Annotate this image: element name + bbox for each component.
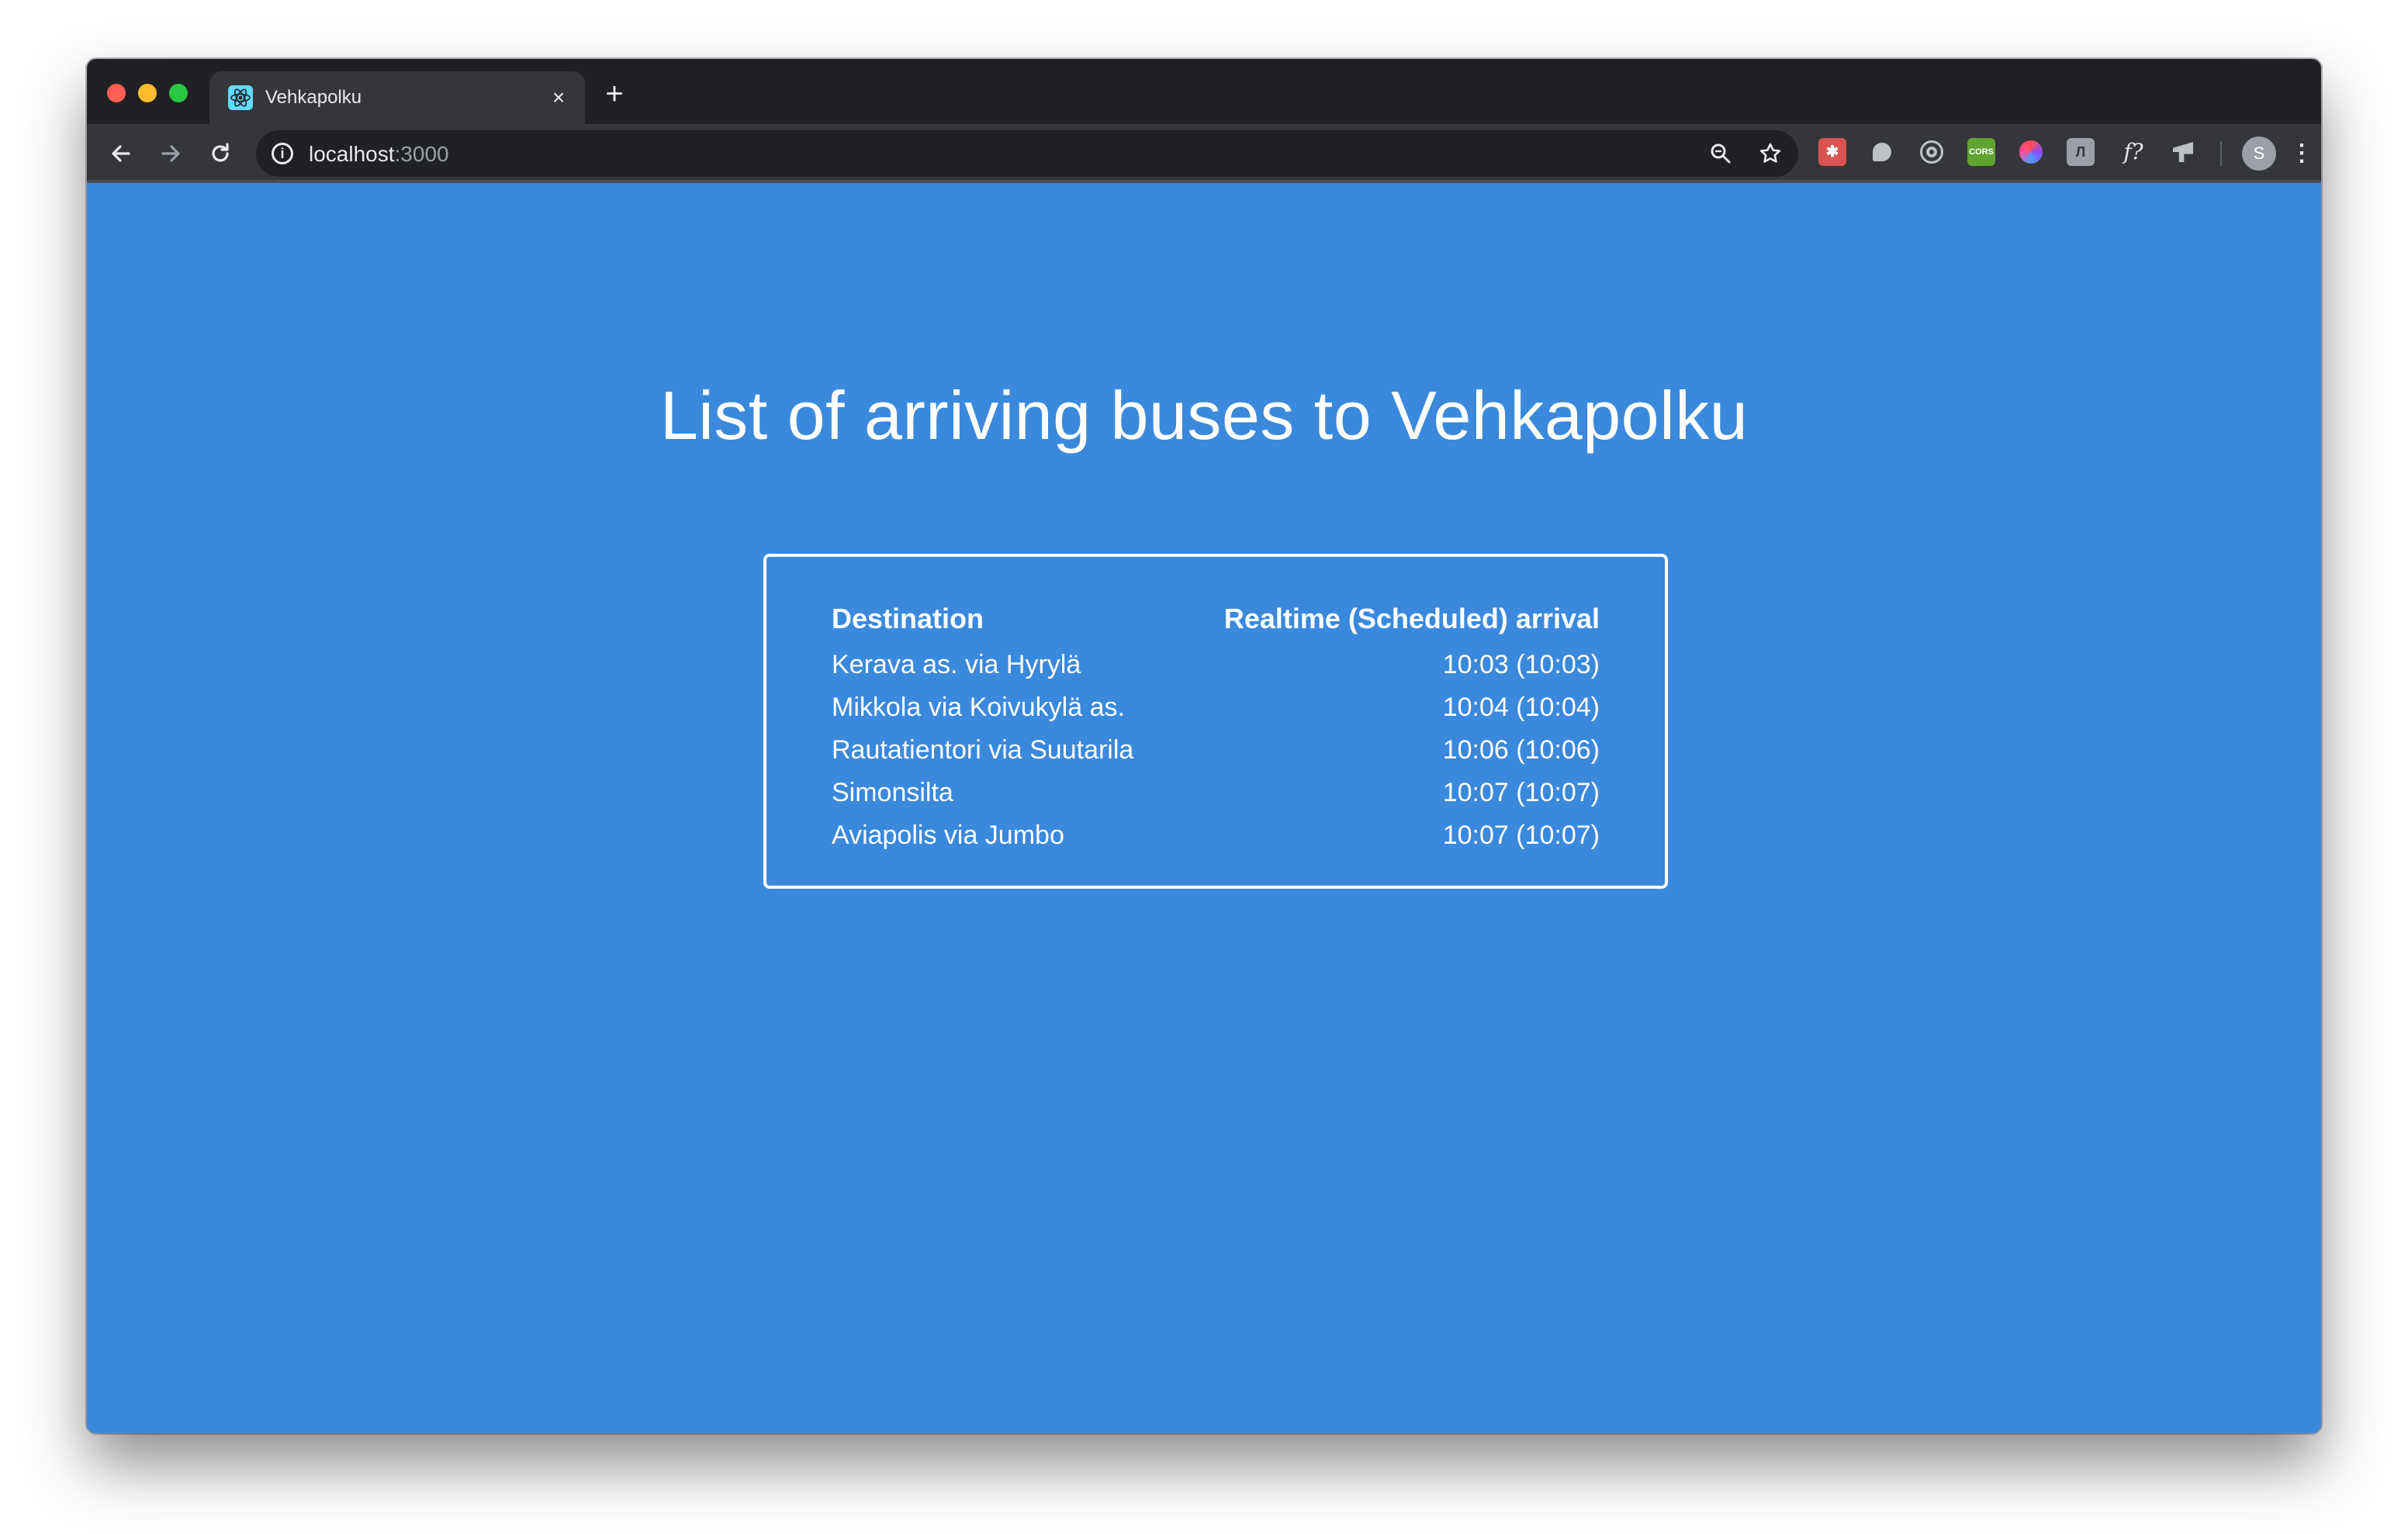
extension-8-icon[interactable]	[2169, 138, 2197, 166]
back-button[interactable]	[104, 136, 138, 171]
info-icon[interactable]: i	[272, 143, 293, 164]
maximize-window-button[interactable]	[169, 84, 188, 102]
row-destination: Simonsilta	[832, 778, 953, 807]
row-destination: Rautatientori via Suutarila	[832, 735, 1134, 765]
url-text[interactable]: localhost:3000	[309, 142, 449, 167]
page-title: List of arriving buses to Vehkapolku	[659, 377, 1749, 454]
minimize-window-button[interactable]	[138, 84, 157, 102]
row-destination: Aviapolis via Jumbo	[832, 821, 1064, 850]
table-row: Kerava as. via Hyrylä 10:03 (10:03)	[832, 644, 1600, 686]
row-arrival: 10:06 (10:06)	[1442, 735, 1600, 765]
extension-3-icon[interactable]	[1918, 138, 1946, 166]
browser-window: Vehkapolku × + i localhost:3000 ✱ CORS Л…	[87, 59, 2321, 1433]
address-bar[interactable]: i localhost:3000	[256, 130, 1798, 177]
row-arrival: 10:04 (10:04)	[1442, 693, 1600, 722]
extension-6-icon[interactable]: Л	[2067, 138, 2095, 166]
arrow-right-icon	[161, 145, 180, 162]
header-destination: Destination	[832, 603, 984, 634]
close-tab-icon[interactable]: ×	[546, 85, 571, 110]
extension-1-icon[interactable]: ✱	[1818, 138, 1846, 166]
new-tab-button[interactable]: +	[599, 78, 630, 110]
row-arrival: 10:07 (10:07)	[1442, 821, 1600, 850]
react-logo-icon	[228, 85, 253, 110]
tab-title: Vehkapolku	[265, 87, 362, 108]
extension-2-icon[interactable]	[1868, 138, 1896, 166]
row-destination: Kerava as. via Hyrylä	[832, 650, 1081, 679]
tab-vehkapolku[interactable]: Vehkapolku ×	[209, 71, 585, 124]
forward-button[interactable]	[154, 136, 188, 171]
header-arrival: Realtime (Scheduled) arrival	[1223, 603, 1600, 634]
browser-toolbar: i localhost:3000 ✱ CORS Л f? S ⋮	[87, 124, 2321, 183]
close-window-button[interactable]	[107, 84, 126, 102]
arrow-left-icon	[112, 145, 130, 162]
page-content: List of arriving buses to Vehkapolku Des…	[87, 183, 2321, 1433]
table-header-row: Destination Realtime (Scheduled) arrival	[832, 597, 1600, 644]
extension-5-icon[interactable]	[2017, 138, 2045, 166]
function-extension-icon[interactable]: f?	[2116, 138, 2150, 166]
table-row: Aviapolis via Jumbo 10:07 (10:07)	[832, 814, 1600, 857]
toolbar-divider	[2220, 141, 2222, 166]
arrivals-table: Destination Realtime (Scheduled) arrival…	[763, 554, 1668, 889]
row-arrival: 10:07 (10:07)	[1442, 778, 1600, 807]
table-row: Rautatientori via Suutarila 10:06 (10:06…	[832, 729, 1600, 772]
row-destination: Mikkola via Koivukylä as.	[832, 693, 1125, 722]
row-arrival: 10:03 (10:03)	[1442, 650, 1600, 679]
zoom-icon[interactable]	[1705, 138, 1736, 169]
reload-icon	[212, 143, 229, 162]
reload-button[interactable]	[203, 136, 237, 171]
tab-strip: Vehkapolku × +	[87, 59, 2321, 124]
profile-avatar[interactable]: S	[2242, 136, 2276, 171]
table-row: Simonsilta 10:07 (10:07)	[832, 772, 1600, 814]
url-host: localhost	[309, 142, 395, 166]
cors-extension-icon[interactable]: CORS	[1967, 138, 1995, 166]
star-icon[interactable]	[1755, 138, 1786, 169]
table-row: Mikkola via Koivukylä as. 10:04 (10:04)	[832, 686, 1600, 729]
url-port: :3000	[394, 142, 449, 166]
more-vertical-icon[interactable]: ⋮	[2290, 136, 2313, 171]
